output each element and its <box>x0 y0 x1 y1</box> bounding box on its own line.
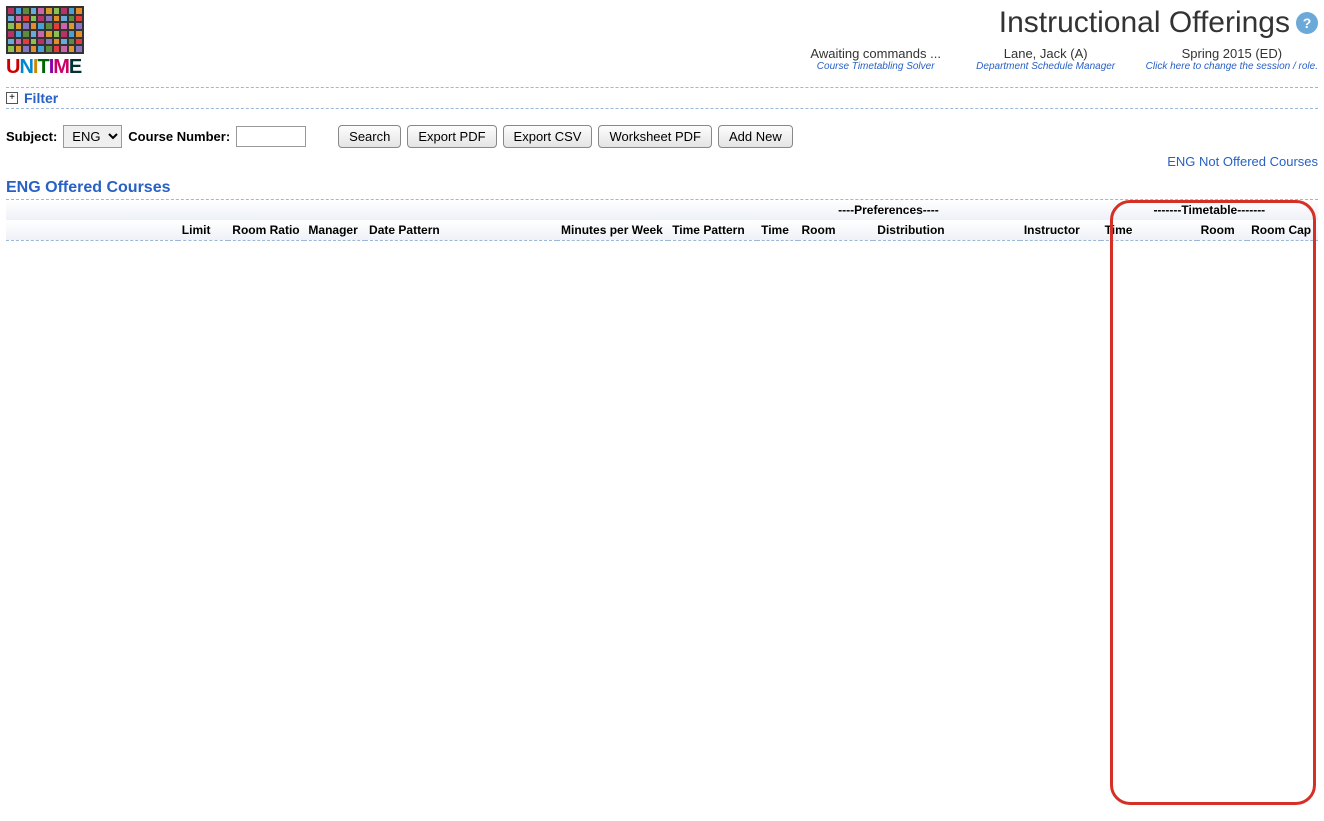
logo-grid-icon <box>6 6 84 54</box>
header-manager[interactable]: Manager <box>304 220 365 241</box>
course-number-input[interactable] <box>236 126 306 147</box>
filter-label[interactable]: Filter <box>24 90 58 106</box>
page-title: Instructional Offerings <box>999 6 1290 40</box>
header-limit[interactable]: Limit <box>178 220 229 241</box>
section-title: ENG Offered Courses <box>6 179 1318 200</box>
logo-text: UNITIME <box>6 56 96 79</box>
header-date-pattern[interactable]: Date Pattern <box>365 220 557 241</box>
annotation-highlight <box>1110 200 1316 805</box>
help-icon[interactable]: ? <box>1296 12 1318 34</box>
status-solver[interactable]: Awaiting commands ... Course Timetabling… <box>806 46 946 72</box>
search-button[interactable]: Search <box>338 125 401 148</box>
header-instructor[interactable]: Instructor <box>1020 220 1101 241</box>
offerings-table: ----Preferences---- -------Timetable----… <box>6 200 1318 241</box>
app-logo[interactable]: UNITIME <box>6 6 96 79</box>
header-pref-room[interactable]: Room <box>798 220 874 241</box>
header-group-preferences: ----Preferences---- <box>757 200 1020 220</box>
worksheet-pdf-button[interactable]: Worksheet PDF <box>598 125 712 148</box>
not-offered-link[interactable]: ENG Not Offered Courses <box>1167 154 1318 169</box>
header-name[interactable] <box>6 220 178 241</box>
status-user[interactable]: Lane, Jack (A) Department Schedule Manag… <box>976 46 1116 72</box>
export-csv-button[interactable]: Export CSV <box>503 125 593 148</box>
subject-label: Subject: <box>6 129 57 144</box>
export-pdf-button[interactable]: Export PDF <box>407 125 496 148</box>
header-tt-room-cap[interactable]: Room Cap <box>1247 220 1318 241</box>
header-minutes-per-week[interactable]: Minutes per Week <box>557 220 668 241</box>
subject-select[interactable]: ENG <box>63 125 122 148</box>
course-number-label: Course Number: <box>128 129 230 144</box>
status-session[interactable]: Spring 2015 (ED) Click here to change th… <box>1146 46 1318 72</box>
header-tt-room[interactable]: Room <box>1197 220 1248 241</box>
header-time-pattern[interactable]: Time Pattern <box>668 220 757 241</box>
add-new-button[interactable]: Add New <box>718 125 793 148</box>
header-pref-time[interactable]: Time <box>757 220 797 241</box>
header-pref-distribution[interactable]: Distribution <box>873 220 1020 241</box>
header-group-timetable: -------Timetable------- <box>1101 200 1318 220</box>
header-tt-time[interactable]: Time <box>1101 220 1197 241</box>
header-room-ratio[interactable]: Room Ratio <box>228 220 304 241</box>
expand-filter-icon[interactable]: + <box>6 92 18 104</box>
